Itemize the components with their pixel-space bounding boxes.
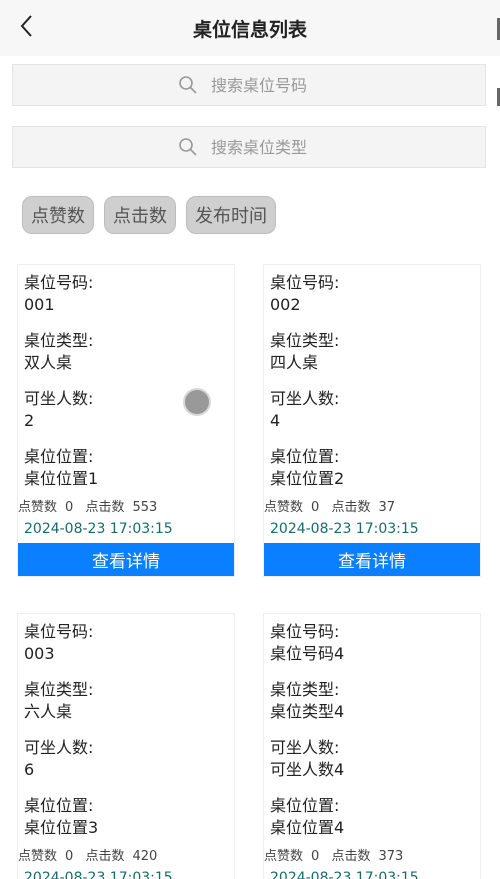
likes-value: 0 (65, 500, 74, 515)
location-label: 桌位位置: (24, 796, 94, 815)
type-label: 桌位类型: (24, 331, 94, 350)
search-number-input[interactable] (211, 75, 321, 95)
location-label: 桌位位置: (24, 447, 94, 466)
sort-clicks-button[interactable]: 点击数 (104, 196, 176, 234)
number-label: 桌位号码: (270, 622, 340, 641)
header-bar: 桌位信息列表 (0, 0, 500, 56)
clicks-value: 373 (378, 849, 404, 864)
seats-value: 4 (270, 411, 281, 430)
location-label: 桌位位置: (270, 796, 340, 815)
location-value: 桌位位置4 (270, 818, 345, 837)
clicks-label: 点击数 (85, 500, 125, 515)
likes-value: 0 (311, 849, 320, 864)
clicks-label: 点击数 (331, 849, 371, 864)
seats-value: 可坐人数4 (270, 760, 345, 779)
card-stats: 点赞数 0 点击数 373 (264, 845, 480, 864)
number-label: 桌位号码: (24, 273, 94, 292)
search-icon (179, 76, 197, 94)
card-stats: 点赞数 0 点击数 37 (264, 496, 480, 515)
view-detail-button[interactable]: 查看详情 (18, 543, 234, 576)
number-label: 桌位号码: (24, 622, 94, 641)
type-label: 桌位类型: (270, 680, 340, 699)
clicks-label: 点击数 (85, 849, 125, 864)
likes-value: 0 (65, 849, 74, 864)
likes-value: 0 (311, 500, 320, 515)
publish-time: 2024-08-23 17:03:15 (24, 870, 173, 879)
type-value: 双人桌 (24, 353, 73, 372)
search-icon (179, 138, 197, 156)
seats-label: 可坐人数: (270, 389, 340, 408)
likes-label: 点赞数 (264, 849, 304, 864)
number-value: 003 (24, 644, 55, 663)
page-title: 桌位信息列表 (192, 18, 307, 41)
location-value: 桌位位置3 (24, 818, 99, 837)
type-label: 桌位类型: (270, 331, 340, 350)
clicks-value: 420 (132, 849, 158, 864)
table-card[interactable]: 桌位号码: 002 桌位类型: 四人桌 可坐人数: 4 桌位位置: 桌位位置2 … (263, 264, 481, 577)
likes-label: 点赞数 (18, 849, 58, 864)
type-value: 六人桌 (24, 702, 73, 721)
likes-label: 点赞数 (18, 500, 58, 515)
likes-label: 点赞数 (264, 500, 304, 515)
seats-label: 可坐人数: (24, 738, 94, 757)
sort-time-button[interactable]: 发布时间 (186, 196, 276, 234)
search-number-box[interactable] (12, 64, 486, 106)
number-value: 001 (24, 295, 55, 314)
type-value: 桌位类型4 (270, 702, 345, 721)
touch-indicator (183, 388, 211, 416)
number-label: 桌位号码: (270, 273, 340, 292)
number-value: 桌位号码4 (270, 644, 345, 663)
location-value: 桌位位置2 (270, 469, 345, 488)
card-stats: 点赞数 0 点击数 553 (18, 496, 234, 515)
search-type-input[interactable] (211, 137, 321, 157)
sort-likes-button[interactable]: 点赞数 (22, 196, 94, 234)
type-value: 四人桌 (270, 353, 319, 372)
search-type-box[interactable] (12, 126, 486, 168)
seats-label: 可坐人数: (270, 738, 340, 757)
type-label: 桌位类型: (24, 680, 94, 699)
back-arrow-icon[interactable] (14, 12, 42, 40)
table-card[interactable]: 桌位号码: 001 桌位类型: 双人桌 可坐人数: 2 桌位位置: 桌位位置1 … (17, 264, 235, 577)
clicks-value: 37 (378, 500, 395, 515)
publish-time: 2024-08-23 17:03:15 (24, 521, 173, 537)
card-stats: 点赞数 0 点击数 420 (18, 845, 234, 864)
publish-time: 2024-08-23 17:03:15 (270, 870, 419, 879)
clicks-value: 553 (132, 500, 158, 515)
table-card[interactable]: 桌位号码: 桌位号码4 桌位类型: 桌位类型4 可坐人数: 可坐人数4 桌位位置… (263, 613, 481, 879)
location-value: 桌位位置1 (24, 469, 99, 488)
clicks-label: 点击数 (331, 500, 371, 515)
view-detail-button[interactable]: 查看详情 (264, 543, 480, 576)
seats-value: 6 (24, 760, 35, 779)
table-card[interactable]: 桌位号码: 003 桌位类型: 六人桌 可坐人数: 6 桌位位置: 桌位位置3 … (17, 613, 235, 879)
location-label: 桌位位置: (270, 447, 340, 466)
number-value: 002 (270, 295, 301, 314)
sort-buttons: 点赞数 点击数 发布时间 (22, 196, 276, 234)
publish-time: 2024-08-23 17:03:15 (270, 521, 419, 537)
